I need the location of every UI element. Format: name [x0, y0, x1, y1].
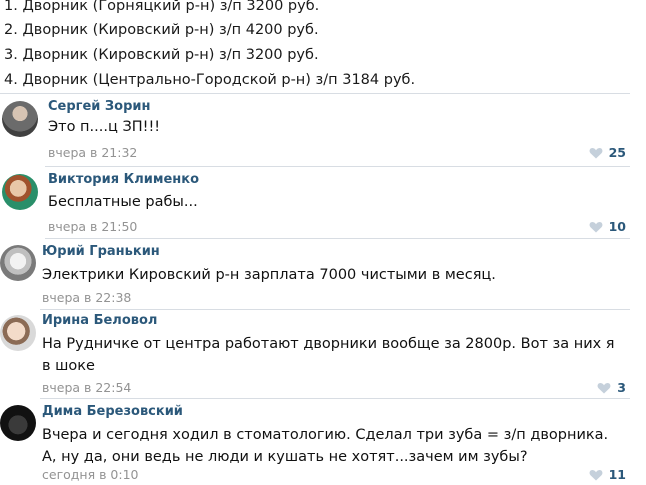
comment-text: Это п....ц ЗП!!! — [48, 119, 161, 135]
comment-author[interactable]: Сергей Зорин — [48, 99, 150, 115]
like-button[interactable]: 11 — [589, 467, 626, 483]
like-count: 10 — [608, 219, 626, 234]
post-line-1: 1. Дворник (Горняцкий р-н) з/п 3200 руб. — [4, 0, 320, 14]
comment-text: Электрики Кировский р-н зарплата 7000 чи… — [42, 267, 496, 283]
like-count: 11 — [608, 467, 626, 482]
avatar[interactable] — [0, 245, 36, 281]
like-button[interactable]: 3 — [597, 380, 626, 396]
avatar[interactable] — [0, 315, 36, 351]
post-line-3: 3. Дворник (Кировский р-н) з/п 3200 руб. — [4, 47, 319, 63]
avatar[interactable] — [2, 101, 38, 137]
like-count: 3 — [617, 380, 626, 395]
comment-author[interactable]: Виктория Клименко — [48, 172, 199, 188]
post-line-4: 4. Дворник (Центрально-Городской р-н) з/… — [4, 72, 416, 88]
comment-text: Бесплатные рабы... — [48, 194, 198, 210]
heart-icon — [597, 382, 611, 394]
comment-timestamp[interactable]: сегодня в 0:10 — [42, 467, 139, 483]
comment: Дима Березовский Вчера и сегодня ходил в… — [0, 399, 646, 485]
like-count: 25 — [608, 145, 626, 160]
comment: Виктория Клименко Бесплатные рабы... вче… — [0, 167, 646, 239]
heart-icon — [589, 147, 603, 159]
post-line-2: 2. Дворник (Кировский р-н) з/п 4200 руб. — [4, 22, 319, 38]
comment-timestamp[interactable]: вчера в 21:50 — [48, 219, 137, 235]
comment-text: На Рудничке от центра работают дворники … — [42, 336, 615, 374]
comment-text: Вчера и сегодня ходил в стоматологию. Сд… — [42, 427, 609, 465]
comment: Сергей Зорин Это п....ц ЗП!!! вчера в 21… — [0, 94, 646, 166]
comment-author[interactable]: Ирина Беловол — [42, 313, 157, 329]
comment-timestamp[interactable]: вчера в 21:32 — [48, 145, 137, 161]
avatar[interactable] — [0, 405, 36, 441]
comment-author[interactable]: Юрий Гранькин — [42, 244, 160, 260]
comment: Ирина Беловол На Рудничке от центра рабо… — [0, 310, 646, 398]
like-button[interactable]: 25 — [589, 145, 626, 161]
comment-timestamp[interactable]: вчера в 22:54 — [42, 380, 131, 396]
heart-icon — [589, 469, 603, 481]
heart-icon — [589, 221, 603, 233]
comment-author[interactable]: Дима Березовский — [42, 404, 183, 420]
avatar[interactable] — [2, 174, 38, 210]
comment: Юрий Гранькин Электрики Кировский р-н за… — [0, 239, 646, 309]
comment-timestamp[interactable]: вчера в 22:38 — [42, 290, 131, 306]
like-button[interactable]: 10 — [589, 219, 626, 235]
